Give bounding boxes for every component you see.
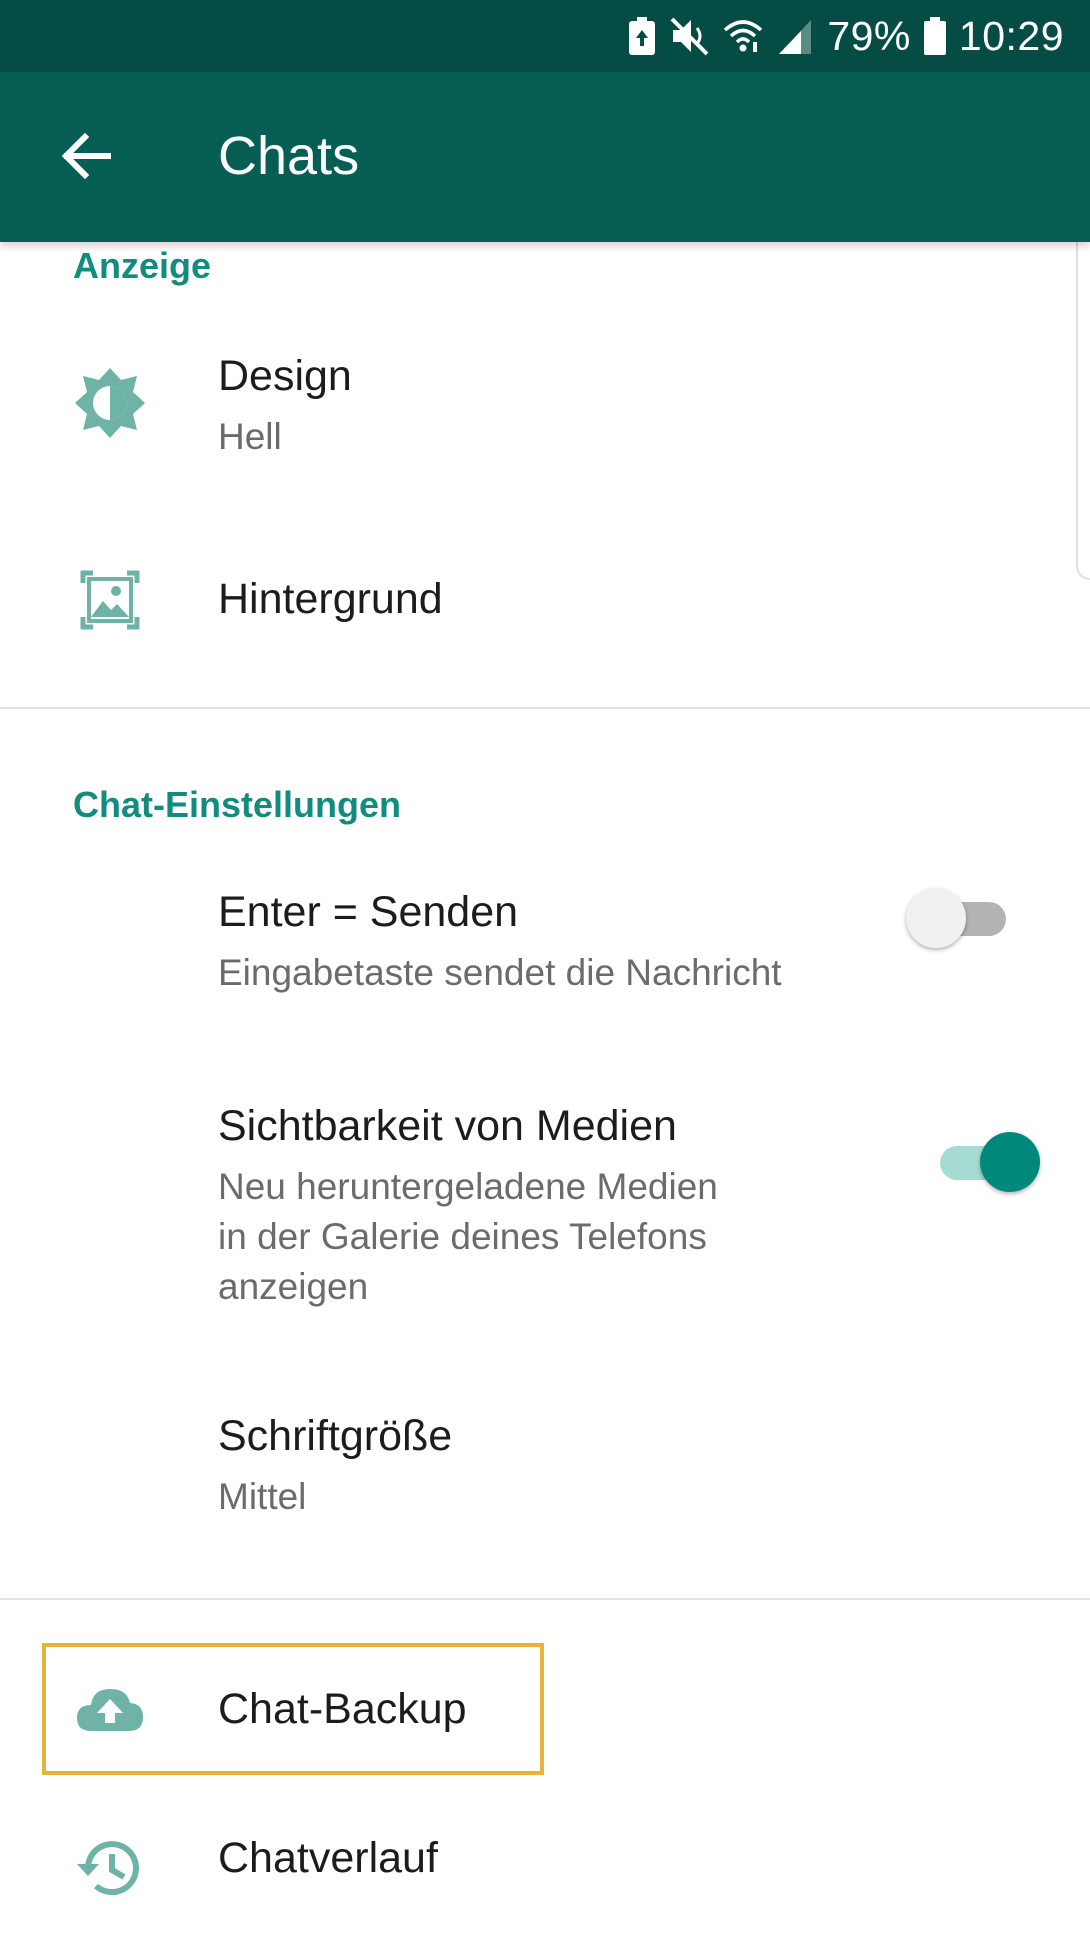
toggle-thumb (906, 888, 966, 948)
media-visibility-toggle[interactable] (930, 1132, 1040, 1192)
clock: 10:29 (958, 12, 1064, 59)
battery-percent: 79% (827, 12, 911, 59)
setting-media-visibility-subtitle-2: in der Galerie deines Telefons (218, 1216, 707, 1257)
setting-wallpaper-title: Hintergrund (218, 575, 443, 623)
cloud-upload-icon (72, 1671, 148, 1747)
wallpaper-icon (72, 562, 148, 638)
wifi-icon (724, 20, 763, 52)
setting-media-visibility-subtitle-3: anzeigen (218, 1266, 369, 1307)
history-icon (72, 1830, 148, 1906)
setting-enter-send-title: Enter = Senden (218, 888, 519, 936)
setting-enter-send[interactable]: Enter = Senden Eingabetaste sendet die N… (0, 870, 1090, 1010)
signal-icon (779, 20, 812, 54)
setting-media-visibility-subtitle-1: Neu heruntergeladene Medien (218, 1166, 718, 1207)
enter-send-toggle[interactable] (906, 888, 1016, 948)
setting-wallpaper[interactable]: Hintergrund (0, 545, 1090, 655)
battery-icon (923, 17, 946, 55)
setting-font-size-title: Schriftgröße (218, 1412, 453, 1460)
setting-chat-history-title: Chatverlauf (218, 1834, 438, 1882)
battery-saver-icon (629, 17, 656, 55)
arrow-back-icon (61, 133, 111, 179)
setting-design[interactable]: Design Hell (0, 330, 1090, 480)
setting-media-visibility-title: Sichtbarkeit von Medien (218, 1102, 677, 1150)
status-icons: 79% 10:29 (627, 0, 1064, 72)
section-header-chat-settings: Chat-Einstellungen (73, 784, 402, 825)
app-bar: Chats (0, 72, 1090, 242)
setting-enter-send-subtitle: Eingabetaste sendet die Nachricht (218, 952, 782, 993)
mute-icon (670, 17, 709, 56)
section-header-display: Anzeige (73, 245, 212, 286)
divider (0, 707, 1090, 709)
setting-chat-history[interactable]: Chatverlauf (0, 1810, 1090, 1930)
page-title: Chats (218, 126, 360, 186)
toggle-thumb (980, 1132, 1040, 1192)
setting-design-value: Hell (218, 416, 282, 457)
status-bar: 79% 10:29 (0, 0, 1090, 72)
brightness-icon (72, 365, 148, 441)
setting-design-title: Design (218, 352, 352, 400)
back-button[interactable] (50, 124, 122, 188)
setting-chat-backup[interactable]: Chat-Backup (0, 1647, 1090, 1771)
setting-chat-backup-title: Chat-Backup (218, 1685, 467, 1733)
setting-font-size[interactable]: Schriftgröße Mittel (0, 1400, 1090, 1540)
setting-media-visibility[interactable]: Sichtbarkeit von Medien Neu heruntergela… (0, 1085, 1090, 1315)
divider (0, 1598, 1090, 1600)
setting-font-size-value: Mittel (218, 1476, 307, 1517)
